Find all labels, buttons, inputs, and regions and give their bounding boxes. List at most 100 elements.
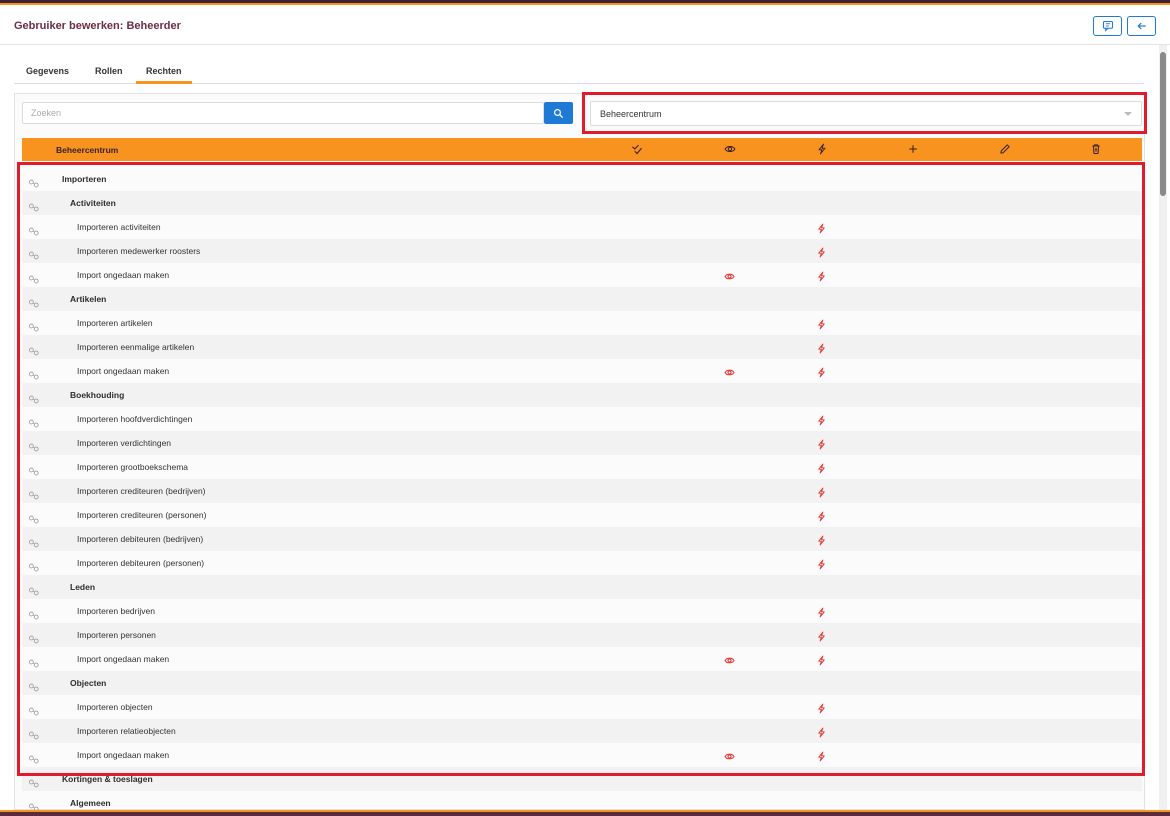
execute-permission-icon[interactable] [816,653,827,666]
execute-permission-icon[interactable] [816,365,827,378]
permission-row[interactable]: Importeren artikelen [22,311,1142,335]
view-permission-icon[interactable] [724,749,735,760]
link-icon[interactable] [28,199,40,212]
permission-row[interactable]: Algemeen [22,791,1142,810]
link-icon[interactable] [28,175,40,188]
execute-permission-icon[interactable] [816,701,827,714]
execute-permission-icon[interactable] [816,485,827,498]
execute-permission-icon[interactable] [816,605,827,618]
link-icon[interactable] [28,703,40,716]
execute-permission-icon[interactable] [816,341,827,354]
permission-row[interactable]: Importeren relatieobjecten [22,719,1142,743]
tab-rollen[interactable]: Rollen [95,66,123,84]
permission-row[interactable]: Import ongedaan maken [22,359,1142,383]
permission-row[interactable]: Importeren objecten [22,695,1142,719]
permission-label: Importeren bedrijven [77,606,155,616]
link-icon[interactable] [28,343,40,356]
permission-row[interactable]: Import ongedaan maken [22,647,1142,671]
execute-permission-icon[interactable] [816,629,827,642]
permission-label: Importeren grootboekschema [77,462,189,472]
permission-row[interactable]: Importeren medewerker roosters [22,239,1142,263]
tab-gegevens[interactable]: Gegevens [26,66,69,84]
execute-permission-icon[interactable] [816,557,827,570]
link-icon[interactable] [28,655,40,668]
search-input[interactable] [22,102,544,124]
link-icon[interactable] [28,295,40,308]
permission-row[interactable]: Importeren activiteiten [22,215,1142,239]
execute-permission-icon[interactable] [816,245,827,258]
check-all-icon[interactable] [631,143,643,155]
link-icon[interactable] [28,535,40,548]
link-icon[interactable] [28,223,40,236]
scrollbar-thumb[interactable] [1160,52,1166,196]
eye-icon[interactable] [724,143,736,155]
permission-label: Importeren crediteuren (bedrijven) [77,486,206,496]
execute-permission-icon[interactable] [816,461,827,474]
link-icon[interactable] [28,319,40,332]
permission-row[interactable]: Import ongedaan maken [22,743,1142,767]
link-icon[interactable] [28,247,40,260]
pencil-icon[interactable] [999,143,1011,155]
permission-row[interactable]: Importeren debiteuren (bedrijven) [22,527,1142,551]
execute-permission-icon[interactable] [816,533,827,546]
link-icon[interactable] [28,391,40,404]
link-icon[interactable] [28,511,40,524]
link-icon[interactable] [28,463,40,476]
permission-label: Import ongedaan maken [77,366,170,376]
permission-row[interactable]: Importeren eenmalige artikelen [22,335,1142,359]
link-icon[interactable] [28,727,40,740]
permission-row[interactable]: Leden [22,575,1142,599]
permission-row[interactable]: Importeren grootboekschema [22,455,1142,479]
back-button[interactable] [1127,16,1156,36]
link-icon[interactable] [28,751,40,764]
permission-row[interactable]: Importeren debiteuren (personen) [22,551,1142,575]
search-button[interactable] [544,102,573,124]
permission-row[interactable]: Importeren personen [22,623,1142,647]
view-permission-icon[interactable] [724,365,735,376]
permission-row[interactable]: Importeren [22,167,1142,191]
permission-label: Importeren relatieobjecten [77,726,176,736]
permission-row[interactable]: Boekhouding [22,383,1142,407]
execute-permission-icon[interactable] [816,749,827,762]
link-icon[interactable] [28,799,40,810]
permission-row[interactable]: Importeren crediteuren (bedrijven) [22,479,1142,503]
link-icon[interactable] [28,583,40,596]
link-icon[interactable] [28,775,40,788]
permission-row[interactable]: Importeren verdichtingen [22,431,1142,455]
plus-icon[interactable] [907,143,919,155]
link-icon[interactable] [28,415,40,428]
link-icon[interactable] [28,487,40,500]
link-icon[interactable] [28,631,40,644]
permission-row[interactable]: Importeren bedrijven [22,599,1142,623]
permission-row[interactable]: Artikelen [22,287,1142,311]
execute-permission-icon[interactable] [816,317,827,330]
execute-permission-icon[interactable] [816,269,827,282]
permission-label: Importeren objecten [77,702,153,712]
permission-row[interactable]: Activiteiten [22,191,1142,215]
execute-permission-icon[interactable] [816,221,827,234]
top-brand-stripe [0,0,1170,7]
permission-row[interactable]: Kortingen & toeslagen [22,767,1142,791]
execute-permission-icon[interactable] [816,509,827,522]
permission-row[interactable]: Importeren crediteuren (personen) [22,503,1142,527]
link-icon[interactable] [28,559,40,572]
execute-permission-icon[interactable] [816,437,827,450]
permission-label: Kortingen & toeslagen [62,774,153,784]
view-permission-icon[interactable] [724,269,735,280]
view-permission-icon[interactable] [724,653,735,664]
link-icon[interactable] [28,607,40,620]
link-icon[interactable] [28,679,40,692]
permission-row[interactable]: Importeren hoofdverdichtingen [22,407,1142,431]
trash-icon[interactable] [1090,143,1102,155]
link-icon[interactable] [28,367,40,380]
feedback-button[interactable] [1093,16,1122,36]
execute-permission-icon[interactable] [816,725,827,738]
execute-permission-icon[interactable] [816,413,827,426]
permission-row[interactable]: Import ongedaan maken [22,263,1142,287]
permission-row[interactable]: Objecten [22,671,1142,695]
link-icon[interactable] [28,439,40,452]
link-icon[interactable] [28,271,40,284]
tab-rechten[interactable]: Rechten [136,66,192,84]
execute-icon[interactable] [816,143,828,155]
table-header-label: Beheercentrum [56,145,119,155]
